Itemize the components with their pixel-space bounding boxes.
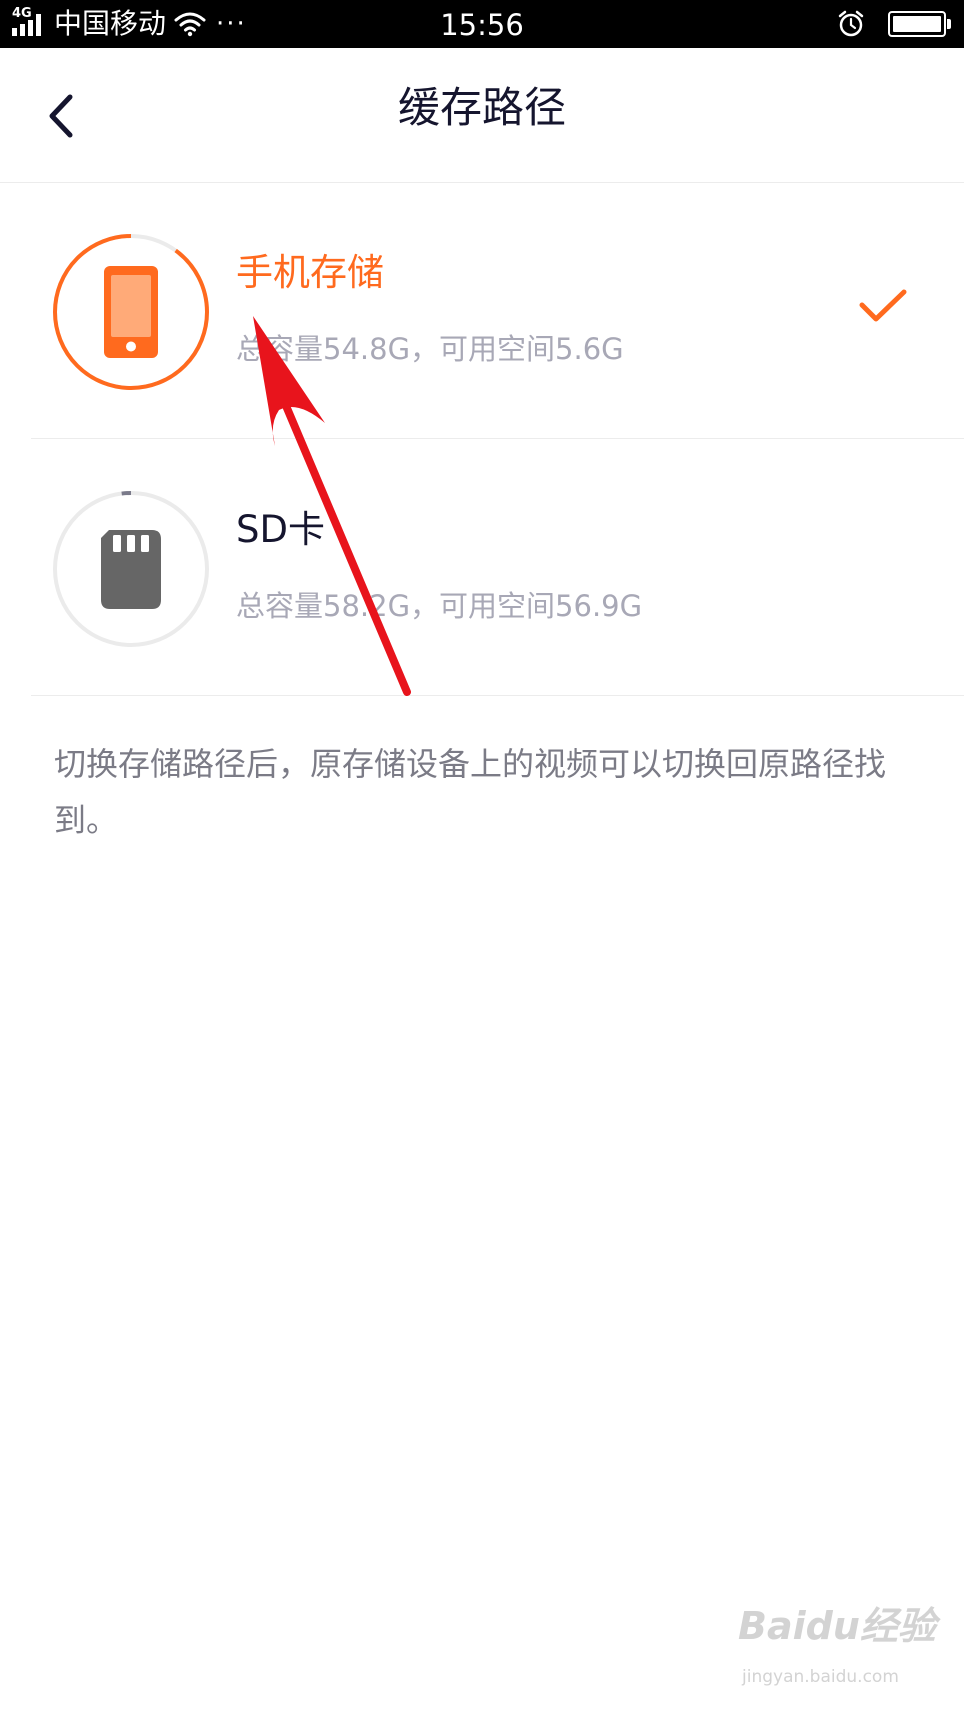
storage-option-sd-card[interactable]: SD卡 总容量58.2G，可用空间56.9G bbox=[0, 440, 964, 696]
storage-capacity: 总容量58.2G，可用空间56.9G bbox=[236, 589, 643, 623]
row-divider bbox=[31, 695, 964, 696]
battery-icon bbox=[888, 11, 951, 37]
watermark-logo: Baidu经验 jingyan.baidu.com bbox=[738, 1604, 936, 1696]
nav-bar: 缓存路径 bbox=[0, 48, 964, 183]
storage-usage-ring bbox=[53, 234, 209, 390]
page-title: 缓存路径 bbox=[397, 83, 566, 132]
storage-name: SD卡 bbox=[236, 508, 325, 551]
alarm-icon bbox=[838, 10, 864, 37]
storage-name: 手机存储 bbox=[236, 251, 384, 294]
status-bar: 4G 中国移动 ··· 15:56 bbox=[0, 0, 964, 48]
watermark-url: jingyan.baidu.com bbox=[742, 1667, 899, 1687]
status-right bbox=[836, 8, 951, 40]
storage-usage-ring bbox=[53, 491, 209, 647]
storage-option-phone[interactable]: 手机存储 总容量54.8G，可用空间5.6G bbox=[0, 183, 964, 439]
watermark-text: Baidu经验 bbox=[738, 1604, 936, 1648]
storage-capacity: 总容量54.8G，可用空间5.6G bbox=[236, 332, 624, 366]
storage-switch-note: 切换存储路径后，原存储设备上的视频可以切换回原路径找到。 bbox=[54, 745, 887, 839]
sd-card-icon bbox=[101, 530, 161, 609]
checkmark-icon bbox=[859, 289, 907, 322]
phone-icon bbox=[104, 266, 158, 358]
status-time: 15:56 bbox=[440, 8, 524, 42]
row-divider bbox=[31, 438, 964, 439]
